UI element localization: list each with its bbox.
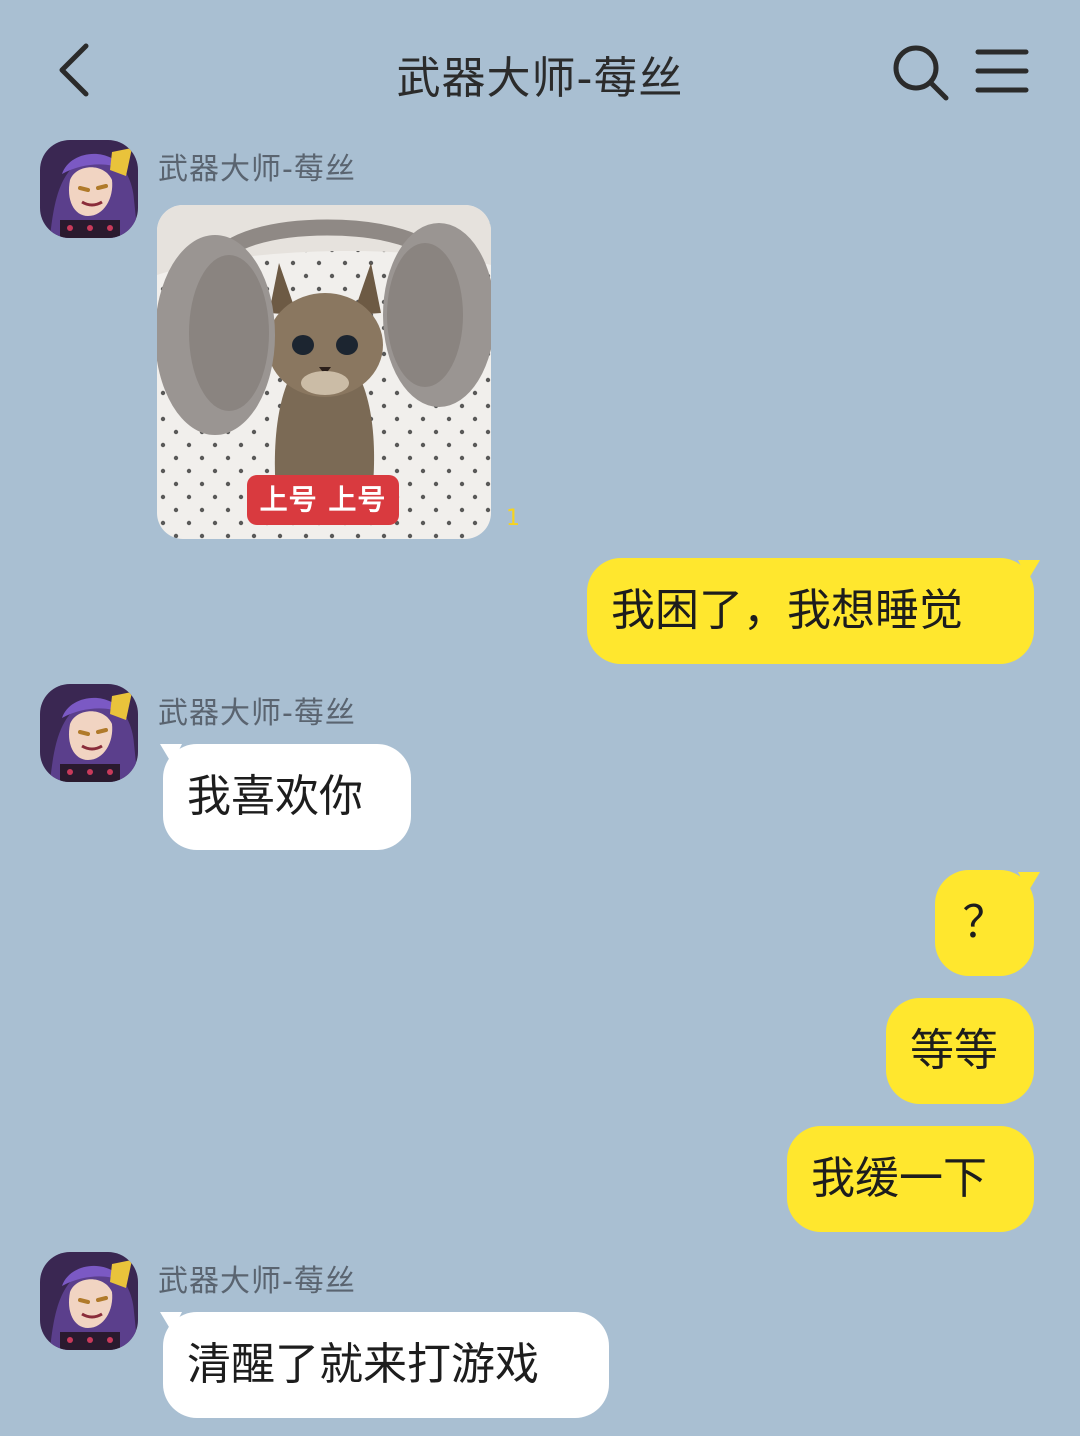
outgoing-message-bubble[interactable]: 等等 <box>886 998 1034 1104</box>
friend-avatar[interactable] <box>40 684 138 782</box>
image-message[interactable]: 上号 上号 <box>157 205 491 539</box>
friend-avatar[interactable] <box>40 1252 138 1350</box>
incoming-message-bubble[interactable]: 清醒了就来打游戏 <box>163 1312 609 1418</box>
bubble-tail <box>1018 872 1042 894</box>
incoming-message-bubble[interactable]: 我喜欢你 <box>163 744 411 850</box>
chat-header: 武器大师-莓丝 <box>0 0 1080 140</box>
image-caption: 上号 上号 <box>247 475 399 525</box>
outgoing-message-bubble[interactable]: 我困了，我想睡觉 <box>587 558 1034 664</box>
sender-name: 武器大师-莓丝 <box>158 152 356 187</box>
bubble-tail <box>158 1312 182 1334</box>
search-icon[interactable] <box>888 40 952 104</box>
read-count: 1 <box>506 506 520 531</box>
outgoing-message-bubble[interactable]: 我缓一下 <box>787 1126 1034 1232</box>
sender-name: 武器大师-莓丝 <box>158 696 356 731</box>
bubble-tail <box>1018 560 1042 582</box>
menu-icon[interactable] <box>970 40 1034 104</box>
sender-name: 武器大师-莓丝 <box>158 1264 356 1299</box>
friend-avatar[interactable] <box>40 140 138 238</box>
bubble-tail <box>158 744 182 766</box>
